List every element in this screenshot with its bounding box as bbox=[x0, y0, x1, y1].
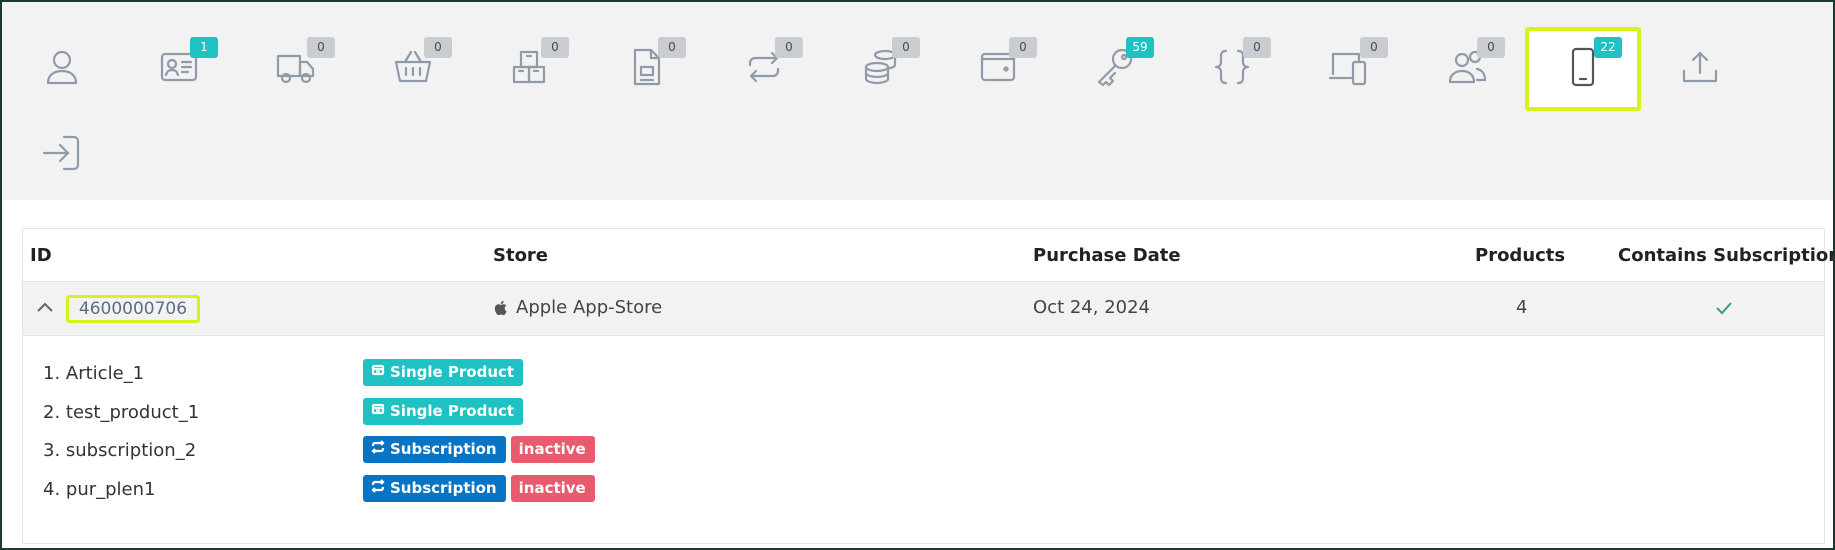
badge-label: inactive bbox=[518, 440, 586, 458]
list-item: 4. pur_plen1 Subscription inactive bbox=[43, 474, 943, 505]
list-item: 3. subscription_2 Subscription inactive bbox=[43, 436, 943, 466]
repeat-icon bbox=[371, 475, 385, 502]
badge-label: inactive bbox=[518, 478, 586, 497]
type-badge: Single Product bbox=[363, 359, 524, 386]
count-badge: 0 bbox=[541, 37, 569, 58]
product-tags: Subscription inactive bbox=[363, 474, 595, 502]
product-name: 2. test_product_1 bbox=[43, 401, 200, 423]
store-name: Apple App-Store bbox=[516, 297, 663, 318]
tool-upload-button[interactable] bbox=[1642, 27, 1758, 111]
product-tags: Subscription inactive bbox=[363, 436, 595, 463]
store-cell: Apple App-Store bbox=[493, 297, 662, 318]
count-badge: 0 bbox=[307, 37, 335, 58]
tool-users-button[interactable]: 0 bbox=[1408, 27, 1524, 111]
type-badge: Single Product bbox=[363, 397, 524, 425]
badge-label: Subscription bbox=[390, 478, 497, 497]
purchase-id-link[interactable]: 4600000706 bbox=[66, 295, 200, 323]
toolbar: 1 0 0 0 0 0 0 0 59 0 0 0 22 bbox=[2, 2, 1833, 200]
user-icon bbox=[40, 45, 84, 93]
count-badge: 0 bbox=[892, 37, 920, 58]
badge-label: Single Product bbox=[390, 363, 515, 381]
tool-document-button[interactable]: 0 bbox=[589, 27, 705, 111]
purchases-table: ID Store Purchase Date Products Contains… bbox=[22, 228, 1835, 544]
tool-basket-button[interactable]: 0 bbox=[355, 27, 471, 111]
tool-sign-in-button[interactable] bbox=[4, 113, 120, 197]
sign-in-icon bbox=[40, 131, 84, 179]
badge-label: Subscription bbox=[390, 440, 497, 458]
status-badge: inactive bbox=[510, 436, 595, 463]
count-badge: 0 bbox=[775, 37, 803, 58]
box-icon bbox=[371, 398, 385, 425]
count-badge: 22 bbox=[1594, 37, 1622, 58]
header-id[interactable]: ID bbox=[30, 245, 52, 266]
tool-key-button[interactable]: 59 bbox=[1057, 27, 1173, 111]
count-badge: 0 bbox=[1360, 37, 1388, 58]
product-name: 1. Article_1 bbox=[43, 363, 145, 384]
type-badge: Subscription bbox=[363, 474, 506, 502]
header-products[interactable]: Products bbox=[1475, 245, 1565, 266]
count-badge: 0 bbox=[658, 37, 686, 58]
tool-repeat-button[interactable]: 0 bbox=[706, 27, 822, 111]
status-badge: inactive bbox=[510, 474, 595, 502]
box-icon bbox=[371, 359, 385, 386]
count-badge: 59 bbox=[1126, 37, 1154, 58]
tool-devices-button[interactable]: 0 bbox=[1291, 27, 1407, 111]
product-tags: Single Product bbox=[363, 359, 524, 386]
upload-icon bbox=[1678, 45, 1722, 93]
header-purchase-date[interactable]: Purchase Date bbox=[1033, 245, 1181, 266]
repeat-icon bbox=[371, 436, 385, 463]
chevron-up-icon[interactable] bbox=[35, 298, 55, 318]
type-badge: Subscription bbox=[363, 436, 506, 463]
tool-mobile-button[interactable]: 22 bbox=[1525, 27, 1641, 111]
count-badge: 0 bbox=[424, 37, 452, 58]
tool-boxes-button[interactable]: 0 bbox=[472, 27, 588, 111]
list-item: 1. Article_1 Single Product bbox=[43, 359, 943, 389]
apple-icon bbox=[494, 300, 507, 315]
tool-wallet-button[interactable]: 0 bbox=[940, 27, 1056, 111]
count-badge: 1 bbox=[190, 37, 218, 58]
tool-coins-button[interactable]: 0 bbox=[823, 27, 939, 111]
tool-id-card-button[interactable]: 1 bbox=[121, 27, 237, 111]
products-count: 4 bbox=[1516, 297, 1528, 318]
tool-user-button[interactable] bbox=[4, 27, 120, 111]
count-badge: 0 bbox=[1009, 37, 1037, 58]
product-tags: Single Product bbox=[363, 397, 524, 425]
check-icon bbox=[1713, 297, 1735, 319]
header-contains-subscription[interactable]: Contains Subscription bbox=[1618, 245, 1835, 266]
tool-braces-button[interactable]: 0 bbox=[1174, 27, 1290, 111]
badge-label: Single Product bbox=[390, 401, 515, 420]
purchase-date: Oct 24, 2024 bbox=[1033, 297, 1150, 318]
count-badge: 0 bbox=[1243, 37, 1271, 58]
table-row[interactable]: 4600000706 Apple App-Store Oct 24, 2024 … bbox=[23, 281, 1824, 336]
product-name: 4. pur_plen1 bbox=[43, 478, 156, 500]
count-badge: 0 bbox=[1477, 37, 1505, 58]
product-name: 3. subscription_2 bbox=[43, 440, 197, 461]
table-header: ID Store Purchase Date Products Contains… bbox=[23, 229, 1835, 281]
tool-truck-button[interactable]: 0 bbox=[238, 27, 354, 111]
header-store[interactable]: Store bbox=[493, 245, 548, 266]
list-item: 2. test_product_1 Single Product bbox=[43, 397, 943, 428]
